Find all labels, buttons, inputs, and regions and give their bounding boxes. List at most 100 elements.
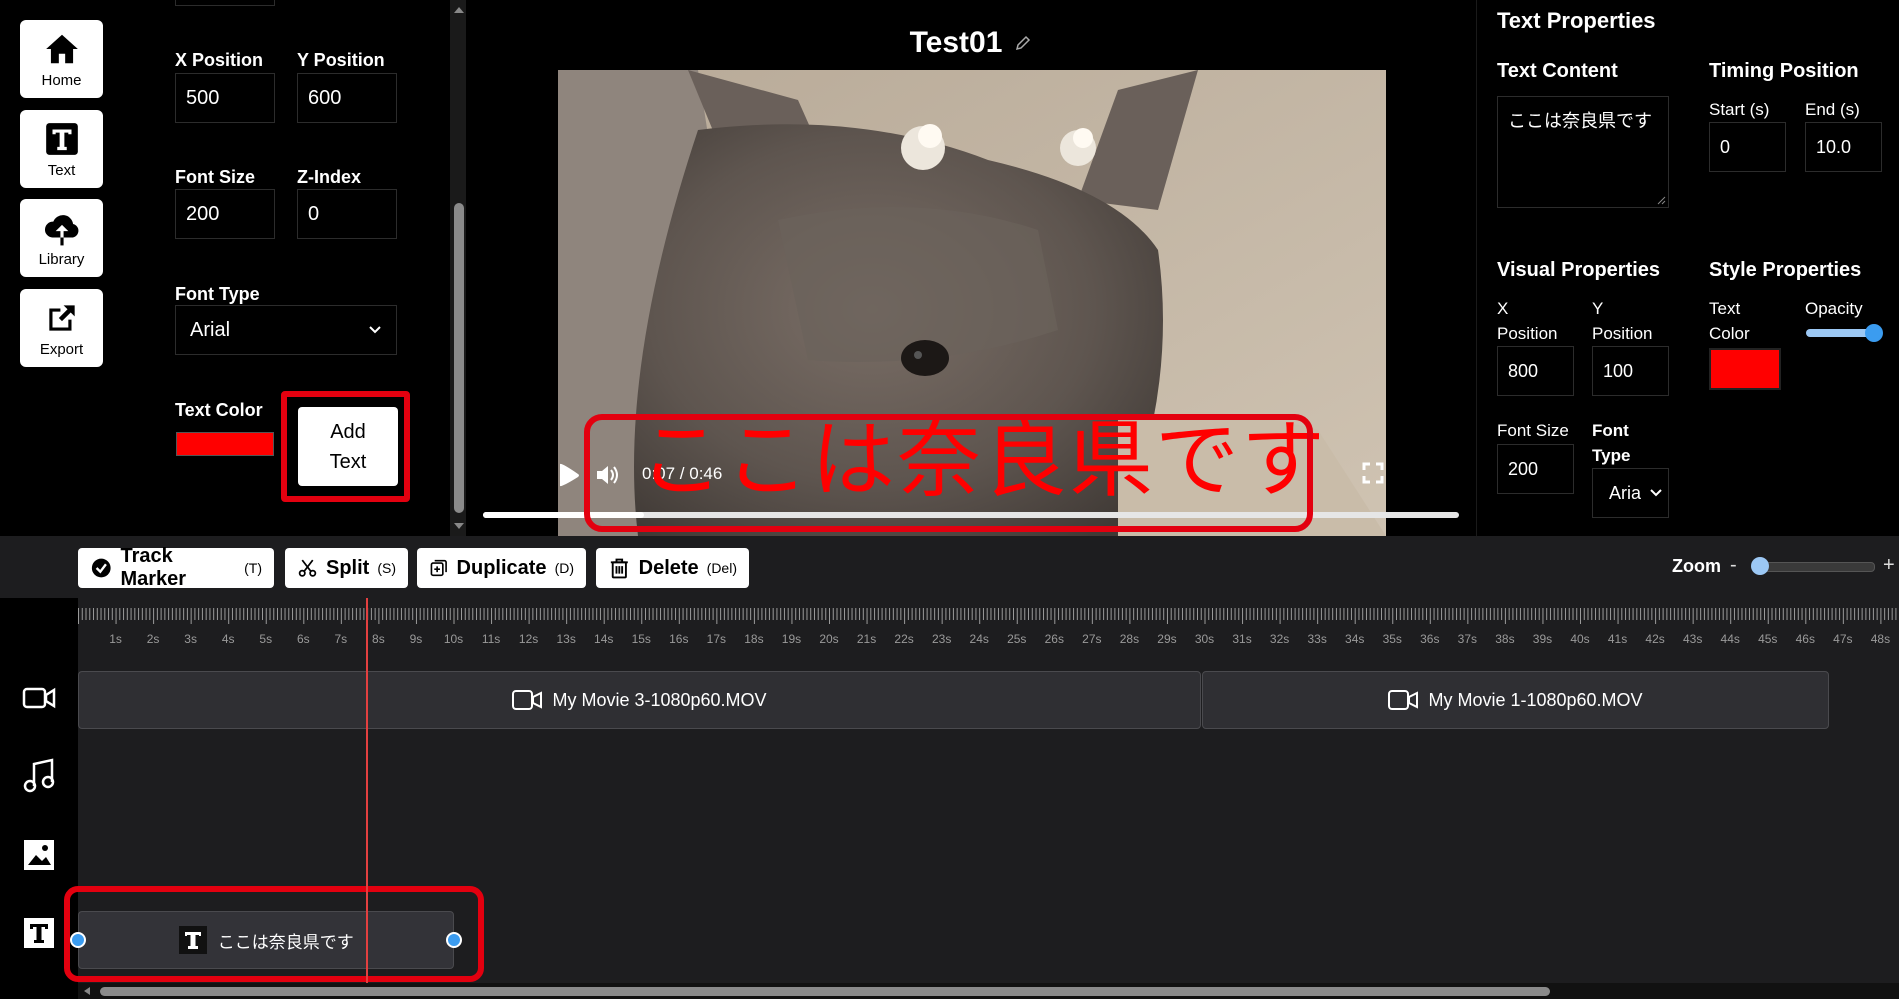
sidebar-item-text[interactable]: Text	[20, 110, 103, 188]
text-clip[interactable]: ここは奈良県です	[70, 911, 462, 969]
chevron-down-icon	[1650, 489, 1662, 497]
scroll-up-icon[interactable]	[453, 4, 465, 14]
text-clip-start-handle[interactable]	[70, 932, 86, 948]
timeline-ruler[interactable]: 1s 2s 3s 4s 5s 6s 7s 8s 9s 10s 11s 12s 13s 14s 15s 16s 1…	[78, 598, 1899, 658]
text-properties-panel: Text Properties Text Content ここは奈良県です Ti…	[1476, 0, 1899, 536]
track-icon-column	[0, 598, 78, 999]
font-type-value: Arial	[190, 319, 231, 341]
track-marker-button[interactable]: Track Marker (T)	[78, 545, 274, 590]
timeline-scrollbar[interactable]	[78, 983, 1899, 999]
timing-position-label: Timing Position	[1709, 60, 1859, 82]
image-track-icon	[24, 840, 54, 870]
fullscreen-icon[interactable]	[1362, 462, 1384, 484]
sidebar-item-library[interactable]: Library	[20, 199, 103, 277]
opacity-slider-knob[interactable]	[1865, 324, 1883, 342]
sidebar-item-export[interactable]: Export	[20, 289, 103, 367]
video-clip[interactable]: My Movie 3-1080p60.MOV	[78, 671, 1201, 729]
track-marker-label: Track Marker	[120, 545, 187, 590]
ruler-tick-label: 10s	[444, 632, 463, 646]
ruler-tick-label: 24s	[970, 632, 989, 646]
ruler-tick-label: 48s	[1871, 632, 1890, 646]
ruler-tick-label: 15s	[632, 632, 651, 646]
export-icon	[48, 304, 75, 331]
ruler-tick-label: 26s	[1045, 632, 1064, 646]
play-icon[interactable]	[558, 462, 582, 488]
font-type-select[interactable]: Arial	[175, 305, 397, 355]
ruler-tick-label: 46s	[1796, 632, 1815, 646]
pencil-icon[interactable]	[1014, 34, 1032, 52]
playhead[interactable]	[366, 598, 369, 983]
text-content-textarea[interactable]: ここは奈良県です	[1497, 96, 1669, 208]
ruler-tick-label: 40s	[1570, 632, 1589, 646]
x-position-input-right[interactable]	[1497, 346, 1574, 396]
split-button[interactable]: Split (S)	[285, 548, 408, 588]
zoom-plus-button[interactable]: +	[1883, 554, 1895, 577]
scroll-left-icon[interactable]	[82, 986, 92, 996]
font-size-input[interactable]	[175, 189, 275, 239]
delete-button[interactable]: Delete (Del)	[596, 548, 749, 588]
project-title-row: Test01	[466, 26, 1476, 60]
text-color-swatch[interactable]	[176, 432, 274, 456]
delete-label: Delete	[638, 556, 699, 579]
text-content-value: ここは奈良県です	[1508, 111, 1652, 131]
opacity-slider[interactable]	[1806, 324, 1883, 342]
font-type-select-right[interactable]: Arial	[1592, 468, 1669, 518]
check-circle-icon	[91, 558, 111, 578]
duplicate-shortcut: (D)	[554, 560, 574, 576]
end-input[interactable]	[1805, 122, 1882, 172]
opacity-label: Opacity	[1805, 299, 1863, 318]
ruler-tick-label: 17s	[707, 632, 726, 646]
duplicate-button[interactable]: Duplicate (D)	[417, 548, 586, 588]
y-position-input[interactable]	[297, 73, 397, 123]
timeline[interactable]: 1s 2s 3s 4s 5s 6s 7s 8s 9s 10s 11s 12s 13s 14s 15s 16s 1…	[0, 598, 1899, 999]
ruler-tick-label: 6s	[297, 632, 310, 646]
form-scrollbar-thumb[interactable]	[454, 203, 464, 513]
end-label: End (s)	[1805, 100, 1860, 119]
ruler-tick-label: 14s	[594, 632, 613, 646]
text-properties-heading: Text Properties	[1497, 8, 1656, 33]
overlay-text[interactable]: ここは奈良県です	[608, 410, 1358, 510]
scroll-down-icon[interactable]	[453, 522, 465, 532]
sidebar-item-home[interactable]: Home	[20, 20, 103, 98]
split-shortcut: (S)	[377, 560, 396, 576]
preview-area: Test01 0:07 / 0:46 ここは奈良県です	[466, 0, 1476, 536]
timeline-scrollbar-thumb[interactable]	[100, 987, 1550, 996]
ruler-tick-label: 1s	[109, 632, 122, 646]
ruler-tick-label: 39s	[1533, 632, 1552, 646]
partial-field[interactable]	[175, 0, 275, 6]
ruler-tick-label: 19s	[782, 632, 801, 646]
delete-shortcut: (Del)	[706, 560, 737, 576]
progress-bar[interactable]	[483, 512, 1459, 518]
text-color-swatch-right[interactable]	[1709, 348, 1781, 390]
visual-properties-label: Visual Properties	[1497, 259, 1661, 281]
text-content-label: Text Content	[1497, 60, 1618, 82]
ruler-tick-label: 27s	[1082, 632, 1101, 646]
chevron-down-icon	[369, 326, 381, 334]
text-form-panel: X Position Y Position Font Size Z-Index …	[122, 0, 468, 536]
zoom-slider[interactable]	[1751, 557, 1875, 575]
duplicate-label: Duplicate	[456, 556, 547, 579]
zoom-slider-knob[interactable]	[1751, 557, 1769, 575]
video-frame[interactable]: 0:07 / 0:46 ここは奈良県です	[558, 70, 1386, 536]
start-input[interactable]	[1709, 122, 1786, 172]
video-clip[interactable]: My Movie 1-1080p60.MOV	[1202, 671, 1829, 729]
z-index-input[interactable]	[297, 189, 397, 239]
cloud-upload-icon	[44, 214, 78, 245]
font-size-input-right[interactable]	[1497, 444, 1574, 494]
ruler-tick-label: 21s	[857, 632, 876, 646]
y-position-input-right[interactable]	[1592, 346, 1669, 396]
video-track-icon	[22, 687, 56, 709]
split-label: Split	[325, 556, 370, 579]
ruler-tick-label: 25s	[1007, 632, 1026, 646]
text-clip-end-handle[interactable]	[445, 932, 462, 948]
y-position-label-right: Y Position	[1592, 299, 1653, 343]
add-text-button[interactable]: Add Text	[298, 407, 398, 486]
ruler-tick-label: 44s	[1721, 632, 1740, 646]
text-clip-name: ここは奈良県です	[217, 932, 354, 952]
ruler-tick-label: 7s	[335, 632, 348, 646]
resize-handle-icon[interactable]	[1656, 195, 1666, 205]
ruler-tick-label: 20s	[819, 632, 838, 646]
zoom-minus-button[interactable]: -	[1730, 554, 1737, 577]
ruler-tick-label: 2s	[147, 632, 160, 646]
x-position-input[interactable]	[175, 73, 275, 123]
